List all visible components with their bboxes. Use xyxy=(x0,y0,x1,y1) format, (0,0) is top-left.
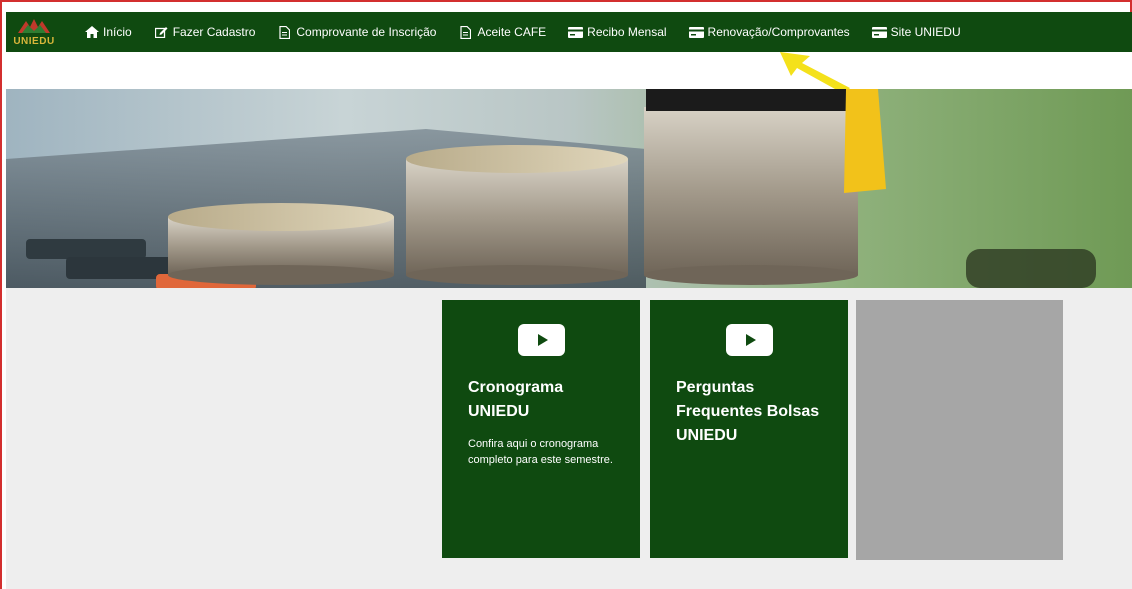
document-icon xyxy=(458,25,473,39)
nav-item-site-uniedu[interactable]: Site UNIEDU xyxy=(871,12,961,52)
nav-label: Início xyxy=(103,25,132,39)
card-icon xyxy=(688,26,704,39)
play-icon[interactable] xyxy=(517,324,565,356)
nav-item-renovacao-comprovantes[interactable]: Renovação/Comprovantes xyxy=(688,12,850,52)
nav-label: Comprovante de Inscrição xyxy=(296,25,437,39)
card-title: Perguntas Frequentes Bolsas UNIEDU xyxy=(676,379,820,444)
card-icon xyxy=(871,26,887,39)
nav-item-comprovante-inscricao[interactable]: Comprovante de Inscrição xyxy=(277,12,436,52)
nav-item-fazer-cadastro[interactable]: Fazer Cadastro xyxy=(154,12,256,52)
image-placeholder xyxy=(856,300,1063,560)
logo-emblem-icon xyxy=(14,17,54,35)
nav-label: Recibo Mensal xyxy=(587,25,667,39)
nav-label: Fazer Cadastro xyxy=(172,25,256,39)
nav-item-recibo-mensal[interactable]: Recibo Mensal xyxy=(568,12,667,52)
top-navbar: UNIEDU Início Fazer Cadastro Comprovante… xyxy=(6,12,1132,52)
header-spacer xyxy=(6,52,1132,89)
card-title: Cronograma UNIEDU xyxy=(468,379,564,420)
card-perguntas-frequentes[interactable]: Perguntas Frequentes Bolsas UNIEDU xyxy=(650,300,848,558)
edit-icon xyxy=(154,26,169,39)
nav-item-aceite-cafe[interactable]: Aceite CAFE xyxy=(458,12,546,52)
home-icon xyxy=(84,26,99,39)
card-icon xyxy=(568,26,584,39)
nav-label: Site UNIEDU xyxy=(890,25,961,39)
hero-banner-image xyxy=(6,89,1132,288)
card-description: Confira aqui o cronograma completo para … xyxy=(468,438,613,466)
play-icon[interactable] xyxy=(725,324,773,356)
nav-label: Aceite CAFE xyxy=(477,25,547,39)
card-cronograma[interactable]: Cronograma UNIEDU Confira aqui o cronogr… xyxy=(442,300,640,558)
uniedu-logo[interactable]: UNIEDU xyxy=(6,12,62,52)
nav-item-inicio[interactable]: Início xyxy=(84,12,132,52)
nav-label: Renovação/Comprovantes xyxy=(707,25,850,39)
logo-text: UNIEDU xyxy=(13,36,55,47)
document-icon xyxy=(277,25,292,39)
